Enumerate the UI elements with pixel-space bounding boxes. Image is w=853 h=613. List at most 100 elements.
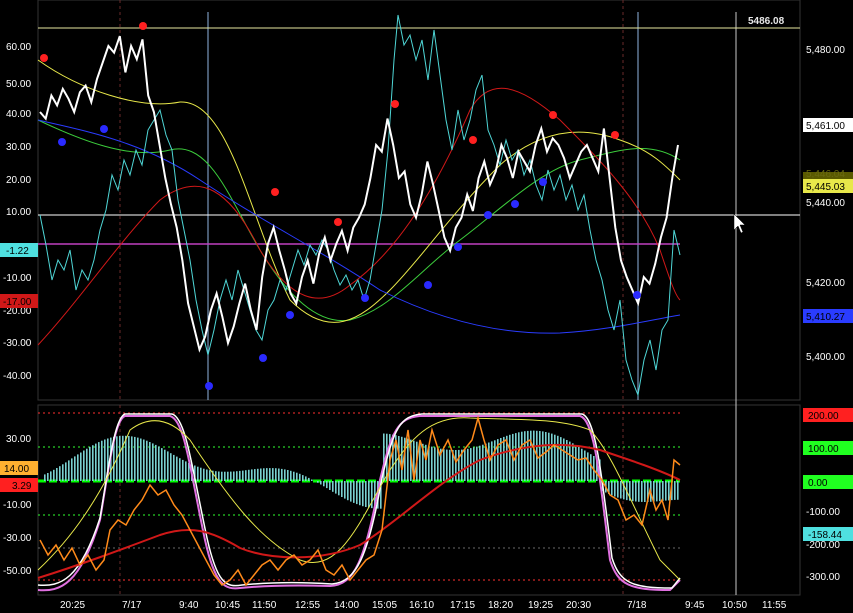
histogram-bar — [584, 450, 586, 481]
histogram-bar — [209, 470, 211, 481]
top-right-tick: 5,480.00 — [806, 45, 845, 56]
histogram-bar — [482, 444, 484, 481]
histogram-bar — [641, 481, 643, 502]
cyan-bottom-label: -158.44 — [808, 530, 842, 541]
histogram-bar — [344, 481, 346, 499]
histogram-bar — [71, 458, 73, 481]
histogram-bar — [302, 475, 304, 481]
cyan-value-label: -1.22 — [6, 246, 29, 257]
histogram-bar — [59, 466, 61, 481]
histogram-bar — [275, 468, 277, 481]
left-cyan-tag: -1.22 — [0, 243, 38, 257]
histogram-bar — [200, 467, 202, 481]
histogram-bar — [101, 440, 103, 481]
low-dot — [424, 281, 432, 289]
histogram-bar — [560, 437, 562, 481]
low-dot — [511, 200, 519, 208]
histogram-bar — [359, 481, 361, 506]
histogram-bar — [128, 436, 130, 481]
histogram-bar — [62, 464, 64, 481]
histogram-bar — [98, 442, 100, 481]
histogram-bar — [665, 481, 667, 501]
histogram-bar — [362, 481, 364, 507]
histogram-bar — [149, 442, 151, 481]
histogram-bar — [455, 450, 457, 481]
histogram-bar — [56, 468, 58, 481]
histogram-bar — [251, 469, 253, 481]
bottom-left-orange-tag: 14.00 — [0, 461, 38, 475]
histogram-bar — [218, 471, 220, 481]
x-tick: 12:55 — [295, 600, 320, 611]
histogram-bar — [365, 481, 367, 507]
green-ma-label: 5,446.04 — [806, 169, 845, 180]
histogram-bar — [236, 471, 238, 481]
histogram-bar — [155, 444, 157, 481]
x-tick: 9:40 — [179, 600, 199, 611]
histogram-bar — [254, 469, 256, 481]
bottom-left-tick: -10.00 — [3, 500, 32, 511]
low-dot — [259, 354, 267, 362]
red-value-label: -17.00 — [3, 297, 32, 308]
histogram-bar — [674, 481, 676, 500]
histogram-bar — [335, 481, 337, 494]
histogram-bar — [638, 481, 640, 502]
histogram-bar — [287, 470, 289, 481]
histogram-bar — [281, 468, 283, 481]
histogram-bar — [467, 448, 469, 481]
x-tick: 11:50 — [252, 600, 277, 611]
histogram-bar — [521, 431, 523, 481]
x-tick: 17:15 — [450, 600, 475, 611]
band-100-label: 100.00 — [808, 444, 839, 455]
histogram-bar — [677, 481, 679, 500]
top-left-tick: 50.00 — [6, 79, 31, 90]
bottom-right-tick: -100.00 — [806, 507, 840, 518]
histogram-bar — [203, 468, 205, 481]
yellow-ma-label: 5,445.03 — [806, 182, 845, 193]
x-tick: 10:50 — [722, 600, 747, 611]
histogram-bar — [614, 481, 616, 497]
high-dot — [271, 188, 279, 196]
histogram-bar — [137, 437, 139, 481]
high-dot — [40, 54, 48, 62]
histogram-bar — [143, 439, 145, 481]
histogram-bar — [524, 431, 526, 481]
histogram-bar — [341, 481, 343, 497]
histogram-bar — [575, 445, 577, 481]
right-cyan-tag: -158.44 — [803, 527, 853, 541]
yellow-ma-tag: 5,446.04 5,445.03 — [803, 169, 853, 193]
histogram-bar — [233, 471, 235, 481]
histogram-bar — [146, 440, 148, 481]
x-tick: 7/18 — [627, 600, 647, 611]
histogram-bar — [659, 481, 661, 502]
histogram-bar — [542, 431, 544, 481]
histogram-bar — [581, 448, 583, 481]
top-left-tick: 40.00 — [6, 109, 31, 120]
histogram-bar — [92, 445, 94, 481]
histogram-bar — [527, 430, 529, 481]
x-tick: 11:55 — [762, 600, 787, 611]
right-0-tag: 0.00 — [803, 475, 853, 489]
x-tick: 20:25 — [60, 600, 85, 611]
histogram-bar — [347, 481, 349, 501]
x-tick: 14:00 — [334, 600, 359, 611]
histogram-bar — [179, 458, 181, 481]
trading-chart[interactable]: 60.00 50.00 40.00 30.00 20.00 10.00 -10.… — [0, 0, 853, 613]
histogram-bar — [206, 469, 208, 481]
histogram-bar — [77, 454, 79, 481]
histogram-bar — [578, 446, 580, 481]
histogram-bar — [257, 468, 259, 481]
histogram-bar — [173, 454, 175, 481]
histogram-bar — [569, 441, 571, 481]
histogram-bar — [305, 476, 307, 481]
top-right-tick: 5,400.00 — [806, 352, 845, 363]
histogram-bar — [176, 456, 178, 481]
histogram-bar — [68, 460, 70, 481]
zero-label: 0.00 — [808, 478, 828, 489]
histogram-bar — [590, 454, 592, 481]
last-price-label: 5,461.00 — [806, 121, 845, 132]
histogram-bar — [635, 481, 637, 502]
histogram-bar — [545, 432, 547, 481]
histogram-bar — [248, 469, 250, 481]
histogram-bar — [557, 435, 559, 481]
histogram-bar — [644, 481, 646, 502]
